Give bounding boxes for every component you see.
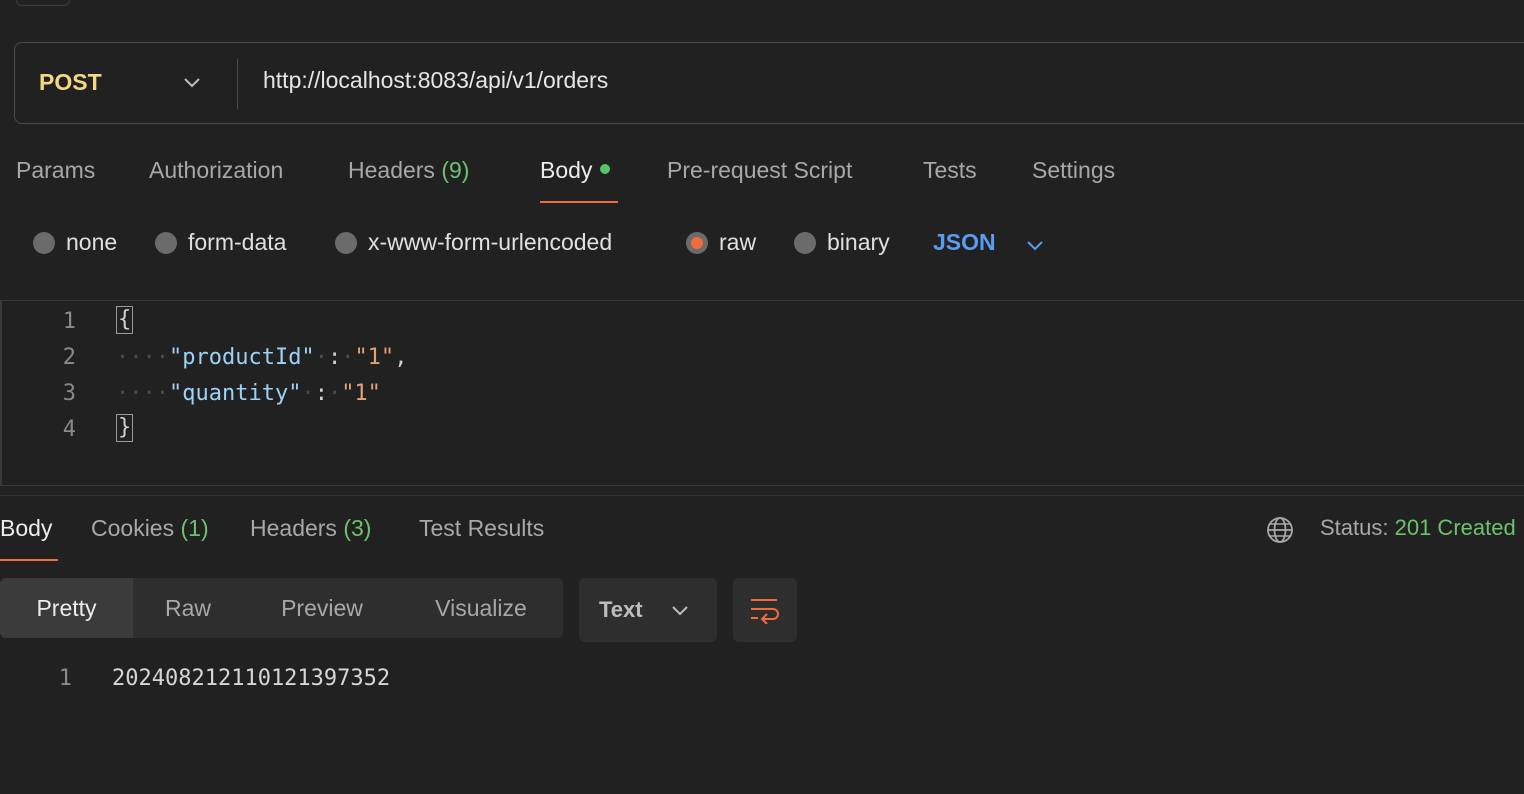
code-line-4: } (116, 414, 134, 442)
response-format-label: Text (599, 597, 643, 622)
code-line-3: ····"quantity"·:·"1" (116, 381, 381, 406)
tab-tests[interactable]: Tests (923, 157, 977, 184)
radio-raw-label[interactable]: raw (719, 229, 756, 256)
radio-none-label[interactable]: none (66, 229, 117, 256)
close-brace: } (116, 414, 134, 442)
radio-form-data-label[interactable]: form-data (188, 229, 286, 256)
json-comma: , (394, 345, 408, 370)
json-value: "1" (341, 381, 381, 406)
response-tab-headers-count: (3) (343, 515, 372, 541)
line-number: 3 (62, 381, 76, 406)
tab-body-label: Body (540, 157, 593, 183)
response-tab-cookies-label: Cookies (91, 515, 175, 541)
format-select[interactable]: JSON (933, 229, 996, 256)
tab-tests-label: Tests (923, 157, 977, 183)
tab-pre-request-script[interactable]: Pre-request Script (667, 157, 852, 184)
chevron-down-icon (672, 606, 688, 616)
json-value: "1" (354, 345, 395, 370)
view-raw-button[interactable]: Raw (133, 578, 243, 638)
response-tab-body[interactable]: Body (0, 515, 52, 542)
response-tab-test-results[interactable]: Test Results (419, 515, 544, 542)
json-colon: : (314, 381, 328, 406)
view-visualize-button[interactable]: Visualize (401, 578, 561, 638)
method-select[interactable]: POST (39, 69, 102, 96)
tab-settings-label: Settings (1032, 157, 1116, 183)
response-tab-body-label: Body (0, 515, 53, 541)
tab-settings[interactable]: Settings (1032, 157, 1115, 184)
status-value[interactable]: 201 Created (1395, 515, 1516, 540)
request-body-editor[interactable]: 1 2 3 4 { ····"productId"·:·"1", ····"qu… (0, 300, 1524, 486)
json-colon: : (327, 345, 342, 370)
wrap-lines-button[interactable] (733, 578, 797, 642)
radio-none[interactable] (33, 232, 55, 254)
top-toolbar-stub (16, 0, 70, 6)
json-key: "quantity" (168, 381, 302, 406)
tab-params-label: Params (16, 157, 96, 183)
status-label: Status: (1320, 515, 1389, 540)
response-tab-cookies-count: (1) (180, 515, 209, 541)
line-number: 4 (62, 417, 76, 442)
tab-headers-count: (9) (441, 157, 470, 183)
response-tab-test-results-label: Test Results (419, 515, 545, 541)
tab-body-underline (540, 201, 618, 203)
line-number: 1 (62, 309, 76, 334)
view-pretty-button[interactable]: Pretty (0, 578, 133, 638)
response-tab-body-underline (0, 559, 58, 561)
response-tab-headers-label: Headers (250, 515, 337, 541)
response-tab-cookies[interactable]: Cookies (1) (91, 515, 209, 542)
chevron-down-icon[interactable] (181, 71, 203, 93)
request-url-bar: POST http://localhost:8083/api/v1/orders (14, 42, 1524, 124)
line-number: 2 (62, 345, 76, 370)
response-format-select[interactable]: Text (579, 578, 717, 642)
tab-authorization[interactable]: Authorization (149, 157, 283, 184)
globe-icon[interactable] (1265, 515, 1295, 545)
tab-pre-request-script-label: Pre-request Script (667, 157, 853, 183)
code-line-2: ····"productId"·:·"1", (116, 345, 408, 370)
modified-dot-icon (600, 163, 611, 174)
tab-headers-label: Headers (348, 157, 435, 183)
tab-params[interactable]: Params (16, 157, 95, 184)
radio-urlencoded[interactable] (335, 232, 357, 254)
radio-binary-label[interactable]: binary (827, 229, 890, 256)
tab-headers[interactable]: Headers (9) (348, 157, 469, 184)
radio-form-data[interactable] (155, 232, 177, 254)
open-brace: { (116, 306, 134, 334)
radio-binary[interactable] (794, 232, 816, 254)
view-mode-group: Pretty Raw Preview Visualize (0, 578, 563, 638)
view-preview-button[interactable]: Preview (243, 578, 401, 638)
response-line-number: 1 (58, 666, 72, 691)
tab-body[interactable]: Body (540, 157, 611, 184)
response-status: Status: 201 Created (1320, 515, 1516, 541)
response-tab-headers[interactable]: Headers (3) (250, 515, 371, 542)
response-body-value[interactable]: 20240821211012139735​2 (112, 666, 390, 691)
pane-divider[interactable] (0, 495, 1524, 496)
tab-authorization-label: Authorization (149, 157, 284, 183)
url-input[interactable]: http://localhost:8083/api/v1/orders (263, 67, 608, 94)
radio-raw[interactable] (686, 232, 708, 254)
wrap-lines-icon (751, 599, 779, 624)
json-key: "productId" (168, 345, 315, 370)
radio-urlencoded-label[interactable]: x-www-form-urlencoded (368, 229, 612, 256)
url-divider (237, 59, 238, 109)
chevron-down-icon[interactable] (1024, 234, 1046, 256)
code-line-1: { (116, 306, 134, 334)
